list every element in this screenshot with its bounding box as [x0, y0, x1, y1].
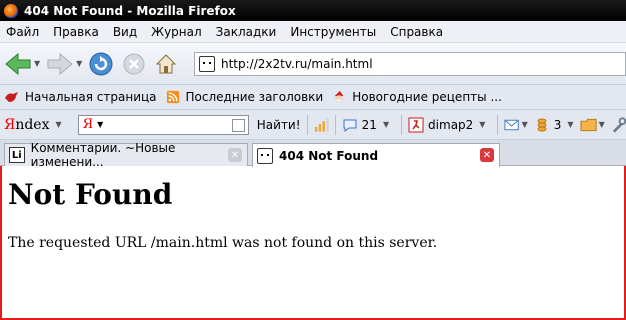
comments-dropdown-icon[interactable]: ▼: [383, 120, 389, 129]
yandex-toolbar: Яndex ▼ Я ▼ Найти! 21 ▼ dimap2 ▼ ▼ 3 ▼ ▼: [0, 110, 626, 140]
runner-icon: [408, 117, 424, 132]
yandex-input-checkbox[interactable]: [231, 118, 245, 132]
speech-bubble-icon: [343, 119, 357, 132]
coins-count: 3: [553, 117, 562, 132]
liveinternet-icon: Li: [9, 147, 25, 163]
tab-strip: Li Комментарии. ~Новые изменени... ✕ 404…: [0, 140, 626, 169]
home-bird-icon: [5, 92, 18, 102]
santa-icon: [334, 90, 344, 103]
coins-dropdown-icon[interactable]: ▼: [567, 120, 573, 129]
bookmarks-toolbar: Начальная страница Последние заголовки Н…: [0, 85, 626, 110]
back-arrow-icon: [5, 52, 31, 75]
menu-bookmarks[interactable]: Закладки: [216, 25, 277, 39]
mail-dropdown-icon[interactable]: ▼: [522, 120, 528, 129]
bookmark-new-year-recipes[interactable]: Новогодние рецепты ...: [331, 90, 502, 104]
coins-icon: [537, 118, 547, 131]
close-tab-icon[interactable]: ✕: [228, 148, 242, 162]
user-dropdown-icon[interactable]: ▼: [479, 120, 485, 129]
yandex-logo-ndex: ndex: [15, 116, 50, 133]
bookmark-label: Начальная страница: [25, 90, 157, 104]
folder-dropdown-icon[interactable]: ▼: [599, 120, 605, 129]
menu-history[interactable]: Журнал: [151, 25, 202, 39]
yandex-coins[interactable]: 3: [534, 117, 562, 133]
tab-404-not-found[interactable]: 404 Not Found ✕: [252, 143, 500, 167]
yandex-input-dropdown-icon[interactable]: ▼: [97, 120, 103, 129]
bookmark-label: Последние заголовки: [185, 90, 324, 104]
error-message: The requested URL /main.html was not fou…: [8, 235, 438, 251]
navigation-bar: ▼ ▼ http://2x2tv.ru/main.html: [0, 43, 626, 85]
tab-label: Комментарии. ~Новые изменени...: [30, 141, 176, 169]
back-dropdown-icon[interactable]: ▼: [34, 59, 40, 68]
yandex-comments[interactable]: 21: [342, 117, 377, 133]
menu-file[interactable]: Файл: [6, 25, 39, 39]
yandex-dropdown-icon[interactable]: ▼: [55, 120, 61, 129]
title-bar: 404 Not Found - Mozilla Firefox: [0, 0, 626, 21]
face-icon: [257, 147, 273, 164]
user-label: dimap2: [428, 117, 474, 132]
bookmark-home-page[interactable]: Начальная страница: [4, 90, 157, 104]
forward-arrow-icon: [47, 52, 73, 75]
separator: [306, 114, 308, 135]
yandex-find-button[interactable]: Найти!: [257, 118, 301, 132]
folder-icon[interactable]: [580, 117, 597, 133]
reload-icon: [89, 52, 113, 75]
back-button[interactable]: [4, 51, 32, 77]
forward-button[interactable]: [46, 51, 74, 77]
bookmark-latest-headlines[interactable]: Последние заголовки: [165, 90, 324, 104]
window-title: 404 Not Found - Mozilla Firefox: [24, 3, 236, 18]
mail-icon[interactable]: [504, 118, 520, 132]
home-icon: [156, 53, 177, 73]
site-favicon-icon: [199, 56, 215, 72]
page-content: Not Found The requested URL /main.html w…: [8, 166, 618, 251]
close-tab-icon[interactable]: ✕: [480, 148, 494, 162]
menu-edit[interactable]: Правка: [53, 25, 99, 39]
rss-icon: [166, 90, 179, 104]
url-text[interactable]: http://2x2tv.ru/main.html: [221, 57, 373, 71]
separator: [497, 114, 499, 135]
menu-help[interactable]: Справка: [390, 25, 443, 39]
url-bar[interactable]: http://2x2tv.ru/main.html: [194, 52, 626, 76]
menu-view[interactable]: Вид: [113, 25, 137, 39]
yandex-input-logo: Я: [82, 117, 94, 132]
home-button[interactable]: [154, 52, 178, 76]
separator: [401, 114, 403, 135]
page-heading: Not Found: [8, 178, 173, 211]
stop-icon: [123, 53, 145, 74]
yandex-logo[interactable]: Яndex: [4, 117, 49, 133]
firefox-icon: [4, 3, 18, 18]
forward-dropdown-icon[interactable]: ▼: [76, 59, 82, 68]
tab-comments[interactable]: Li Комментарии. ~Новые изменени... ✕: [4, 141, 248, 169]
settings-icon[interactable]: [611, 116, 626, 133]
bookmark-label: Новогодние рецепты ...: [352, 90, 502, 104]
signal-bars-icon[interactable]: [314, 117, 329, 133]
tab-label: 404 Not Found: [279, 148, 379, 163]
menu-bar: Файл Правка Вид Журнал Закладки Инструме…: [0, 21, 626, 43]
yandex-user[interactable]: dimap2: [408, 117, 473, 133]
reload-button[interactable]: [88, 51, 114, 77]
comments-count: 21: [361, 117, 377, 132]
menu-tools[interactable]: Инструменты: [290, 25, 376, 39]
stop-button[interactable]: [122, 52, 146, 76]
yandex-search-input[interactable]: Я ▼: [77, 114, 249, 135]
yandex-logo-ya: Я: [4, 116, 16, 133]
separator: [334, 114, 336, 135]
